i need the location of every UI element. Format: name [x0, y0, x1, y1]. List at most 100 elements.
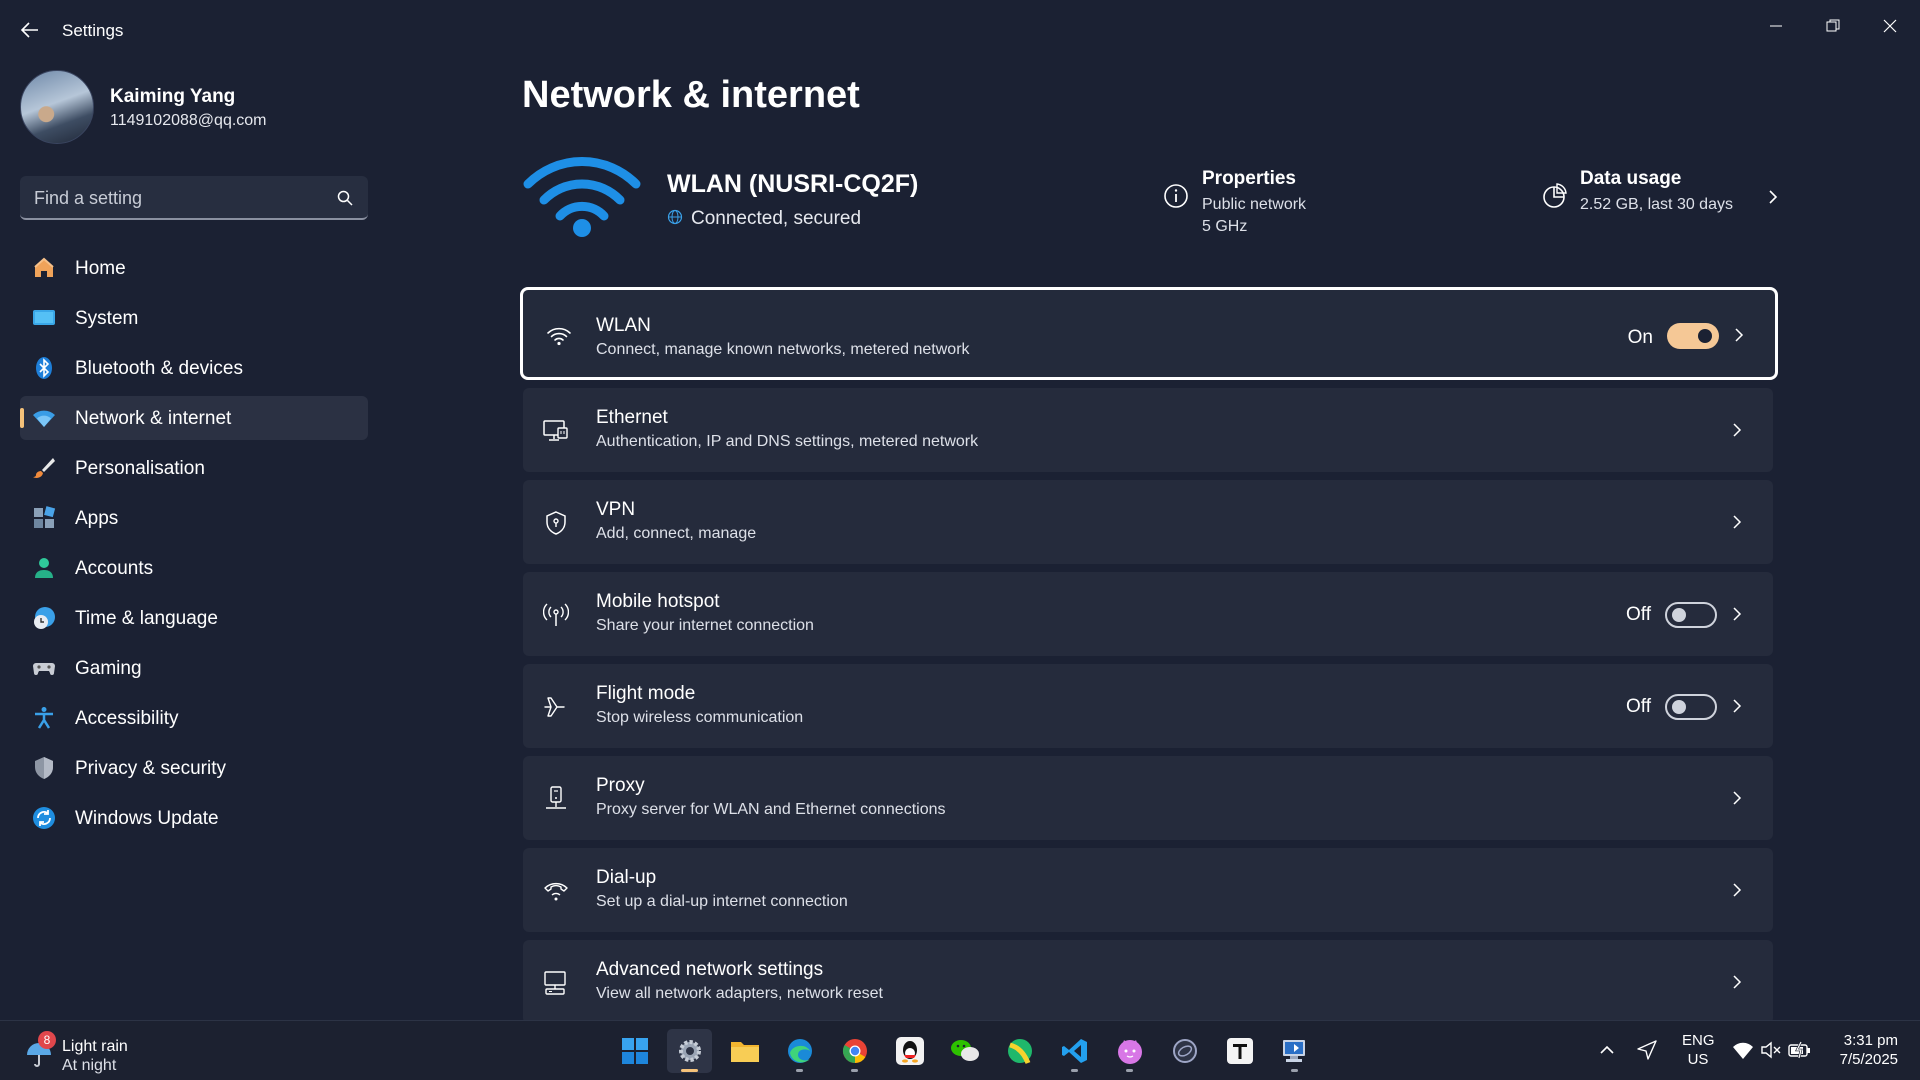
- speaker-muted-icon[interactable]: [1760, 1039, 1782, 1061]
- sidebar-item-accessibility[interactable]: Accessibility: [20, 696, 368, 740]
- edge-button[interactable]: [777, 1029, 822, 1073]
- person-icon: [32, 556, 56, 580]
- sidebar-item-privacy[interactable]: Privacy & security: [20, 746, 368, 790]
- ethernet-card[interactable]: Ethernet Authentication, IP and DNS sett…: [523, 388, 1773, 472]
- search-icon[interactable]: [336, 189, 354, 207]
- card-title: Ethernet: [596, 407, 668, 428]
- sidebar-item-home[interactable]: Home: [20, 246, 368, 290]
- language-indicator[interactable]: ENG US: [1682, 1031, 1715, 1069]
- sidebar-item-label: Accounts: [75, 558, 154, 579]
- toggle-state-label: Off: [1626, 604, 1651, 625]
- cat-app-button[interactable]: [1107, 1029, 1152, 1073]
- shield-icon: [32, 756, 56, 780]
- wifi-icon[interactable]: [1732, 1039, 1754, 1061]
- airplane-icon: [543, 694, 569, 720]
- dial-up-card[interactable]: Dial-up Set up a dial-up internet connec…: [523, 848, 1773, 932]
- remote-desktop-button[interactable]: [1272, 1029, 1317, 1073]
- close-button[interactable]: [1866, 8, 1914, 44]
- mobile-hotspot-card[interactable]: Mobile hotspot Share your internet conne…: [523, 572, 1773, 656]
- card-title: Advanced network settings: [596, 959, 824, 980]
- properties-title: Properties: [1202, 168, 1296, 189]
- wifi-icon: [32, 406, 56, 430]
- settings-app-button[interactable]: [667, 1029, 712, 1073]
- file-explorer-button[interactable]: [722, 1029, 767, 1073]
- pie-chart-icon: [1540, 182, 1568, 210]
- vscode-button[interactable]: [1052, 1029, 1097, 1073]
- page-title: Network & internet: [522, 74, 860, 116]
- chrome-icon: [842, 1039, 867, 1063]
- minimize-button[interactable]: [1752, 8, 1800, 44]
- folder-icon: [730, 1042, 759, 1062]
- app-button-ring[interactable]: [1162, 1029, 1207, 1073]
- sidebar-item-label: Gaming: [75, 658, 142, 679]
- typora-button[interactable]: [1217, 1029, 1262, 1073]
- card-title: Dial-up: [596, 867, 657, 888]
- clock[interactable]: 3:31 pm 7/5/2025: [1830, 1031, 1898, 1069]
- sidebar-item-apps[interactable]: Apps: [20, 496, 368, 540]
- bluetooth-icon: [32, 356, 56, 380]
- wlan-card[interactable]: WLAN Connect, manage known networks, met…: [520, 287, 1778, 380]
- flight-mode-card[interactable]: Flight mode Stop wireless communication …: [523, 664, 1773, 748]
- weather-condition: Light rain: [62, 1038, 128, 1055]
- taskbar-apps: [612, 1029, 1327, 1073]
- flight-mode-toggle[interactable]: [1665, 694, 1717, 720]
- connection-summary: WLAN (NUSRI-CQ2F) Connected, secured Pro…: [522, 150, 1778, 250]
- weather-widget[interactable]: 8 Light rain At night: [24, 1031, 164, 1074]
- app-ball-icon: [1007, 1039, 1032, 1064]
- location-arrow-icon[interactable]: [1636, 1039, 1658, 1061]
- sidebar-item-personalisation[interactable]: Personalisation: [20, 446, 368, 490]
- title-bar: Settings: [0, 0, 1920, 60]
- chevron-up-icon[interactable]: [1596, 1039, 1618, 1061]
- chrome-button[interactable]: [832, 1029, 877, 1073]
- avatar[interactable]: [20, 70, 94, 144]
- weather-time: At night: [62, 1057, 117, 1074]
- data-usage-link[interactable]: Data usage 2.52 GB, last 30 days: [1540, 168, 1778, 228]
- sidebar-item-network[interactable]: Network & internet: [20, 396, 368, 440]
- globe-icon: [667, 209, 683, 225]
- gamepad-icon: [32, 656, 56, 680]
- app-button-ball[interactable]: [997, 1029, 1042, 1073]
- sidebar-item-label: Bluetooth & devices: [75, 358, 243, 379]
- restore-button[interactable]: [1809, 8, 1857, 44]
- home-icon: [32, 256, 56, 280]
- region-code: US: [1687, 1051, 1709, 1068]
- running-indicator: [1126, 1069, 1133, 1072]
- advanced-network-settings-card[interactable]: Advanced network settings View all netwo…: [523, 940, 1773, 1024]
- sidebar-item-time-language[interactable]: Time & language: [20, 596, 368, 640]
- back-arrow-icon[interactable]: [18, 18, 42, 42]
- running-indicator: [681, 1069, 698, 1072]
- card-title: WLAN: [596, 315, 651, 336]
- wechat-button[interactable]: [942, 1029, 987, 1073]
- connection-status: Connected, secured: [667, 208, 861, 230]
- sidebar-item-windows-update[interactable]: Windows Update: [20, 796, 368, 840]
- qq-button[interactable]: [887, 1029, 932, 1073]
- chevron-right-icon: [1729, 514, 1745, 530]
- network-adapter-icon: [543, 970, 569, 996]
- sidebar-item-accounts[interactable]: Accounts: [20, 546, 368, 590]
- sidebar-item-gaming[interactable]: Gaming: [20, 646, 368, 690]
- sidebar-item-label: Apps: [75, 508, 119, 529]
- dial-up-icon: [543, 878, 569, 904]
- search-input[interactable]: Find a setting: [20, 176, 368, 220]
- vpn-card[interactable]: VPN Add, connect, manage: [523, 480, 1773, 564]
- user-profile[interactable]: Kaiming Yang 1149102088@qq.com: [20, 70, 360, 146]
- clock-date: 7/5/2025: [1839, 1051, 1898, 1068]
- start-button[interactable]: [612, 1029, 657, 1073]
- ethernet-icon: [543, 418, 569, 444]
- mobile-hotspot-toggle[interactable]: [1665, 602, 1717, 628]
- properties-band: 5 GHz: [1202, 218, 1248, 235]
- settings-list: WLAN Connect, manage known networks, met…: [520, 287, 1778, 1032]
- sidebar-item-label: Privacy & security: [75, 758, 226, 779]
- user-name: Kaiming Yang: [110, 86, 236, 107]
- wlan-toggle[interactable]: [1667, 323, 1719, 349]
- battery-charging-icon[interactable]: [1788, 1039, 1810, 1061]
- sidebar-item-label: Home: [75, 258, 126, 279]
- chevron-right-icon: [1729, 790, 1745, 806]
- sidebar-item-system[interactable]: System: [20, 296, 368, 340]
- remote-desktop-icon: [1282, 1040, 1305, 1062]
- proxy-card[interactable]: Proxy Proxy server for WLAN and Ethernet…: [523, 756, 1773, 840]
- card-title: VPN: [596, 499, 636, 520]
- connection-status-text: Connected, secured: [691, 208, 862, 229]
- card-subtitle: Set up a dial-up internet connection: [596, 893, 848, 910]
- sidebar-item-bluetooth[interactable]: Bluetooth & devices: [20, 346, 368, 390]
